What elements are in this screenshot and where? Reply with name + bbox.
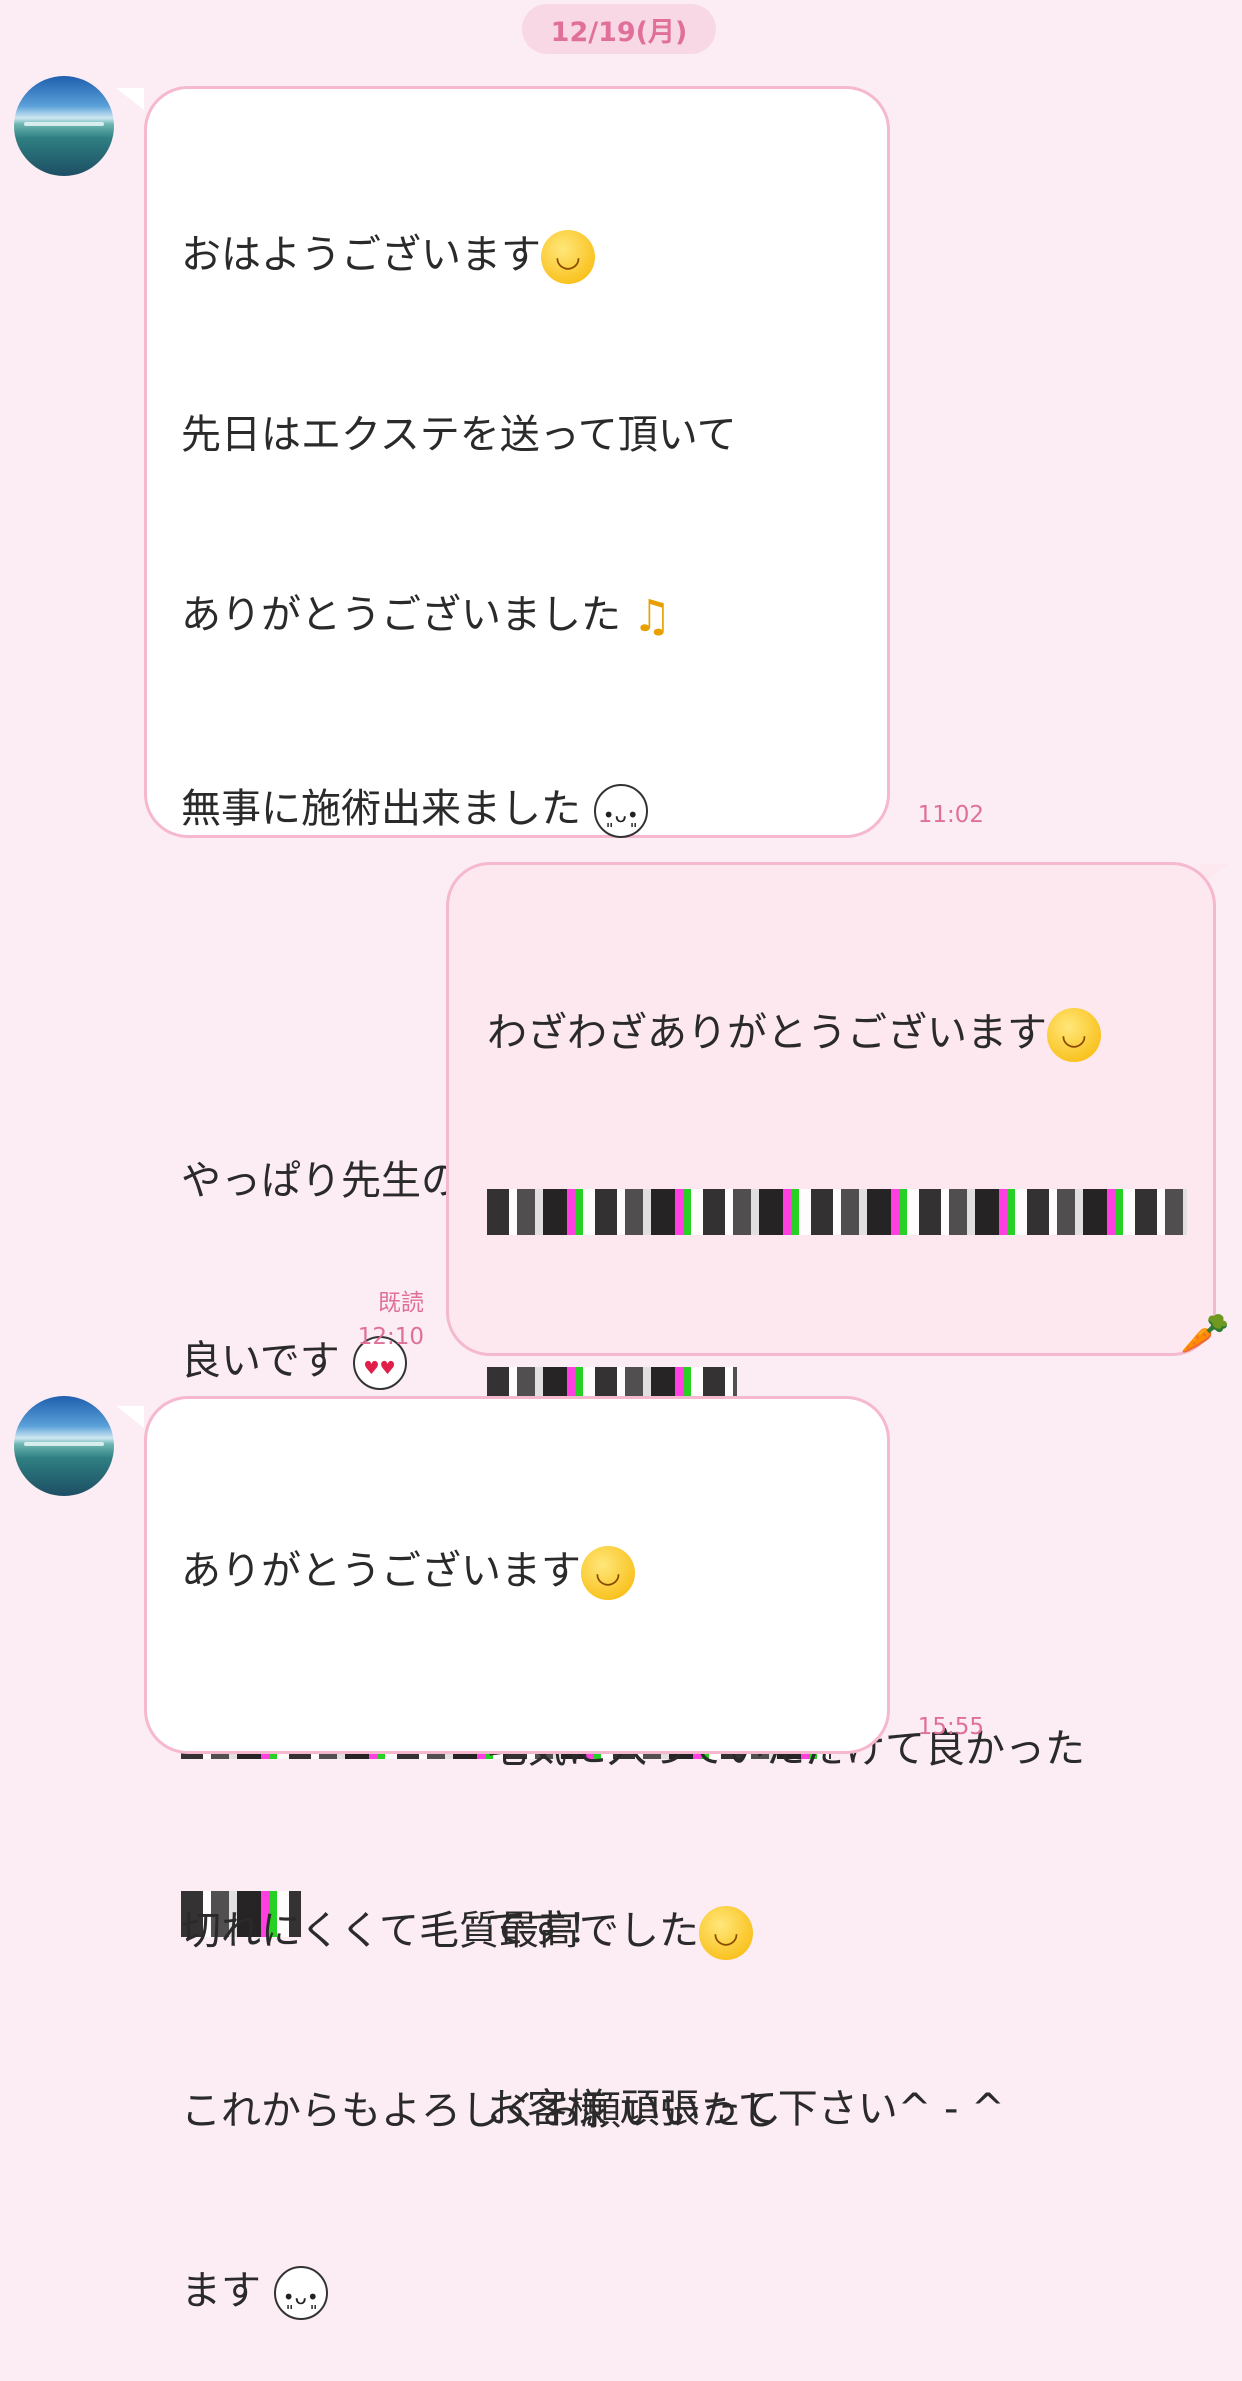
message-line: 先日はエクステを送って頂いて	[181, 412, 737, 458]
message-bubble-2[interactable]: わざわざありがとうございます 毛気に入っていただけて良かった です！ お客様 頑…	[446, 862, 1216, 2132]
bubble-tail	[116, 88, 144, 110]
date-chip: 12/19(月)	[522, 4, 716, 54]
bubble-tail	[116, 1406, 144, 1428]
message-line: 無事に施術出来ました	[181, 779, 857, 839]
face-emoji-icon	[273, 2266, 328, 2320]
read-receipt: 既読	[378, 1290, 424, 1316]
smile-emoji-icon	[541, 230, 595, 284]
message-line: ありがとうございます	[181, 1541, 857, 1601]
face-emoji-icon	[593, 784, 648, 838]
message-line: おはようございます	[181, 225, 857, 285]
smile-emoji-icon	[699, 1906, 753, 1960]
timestamp: 12:10	[357, 1324, 424, 1350]
avatar-icon[interactable]	[14, 76, 114, 176]
message-line: わざわざありがとうございます	[487, 1003, 1183, 1063]
message-bubble-3[interactable]: ありがとうございます 切れにくくて毛質最高でした これからもよろしくお願いいたし…	[144, 1396, 890, 2320]
smile-emoji-icon	[581, 1546, 635, 1600]
music-note-icon: ♫	[632, 591, 672, 642]
carrot-icon: 🥕	[1180, 1311, 1230, 1357]
redacted-text	[487, 1189, 1187, 1235]
message-line	[181, 1721, 857, 1781]
message-line: ありがとうございました ♫	[181, 585, 857, 645]
message-line: 切れにくくて毛質最高でした	[181, 1901, 857, 1961]
timestamp: 11:02	[917, 802, 984, 828]
message-line: ます	[181, 2261, 857, 2321]
message-bubble-1[interactable]: おはようございます 先日はエクステを送って頂いて ありがとうございました♫ 無事…	[144, 86, 890, 1937]
avatar-icon[interactable]	[14, 1396, 114, 1496]
message-line: これからもよろしくお願いいたし	[181, 2088, 781, 2134]
smile-emoji-icon	[1047, 1008, 1101, 1062]
timestamp: 15:55	[917, 1714, 984, 1740]
